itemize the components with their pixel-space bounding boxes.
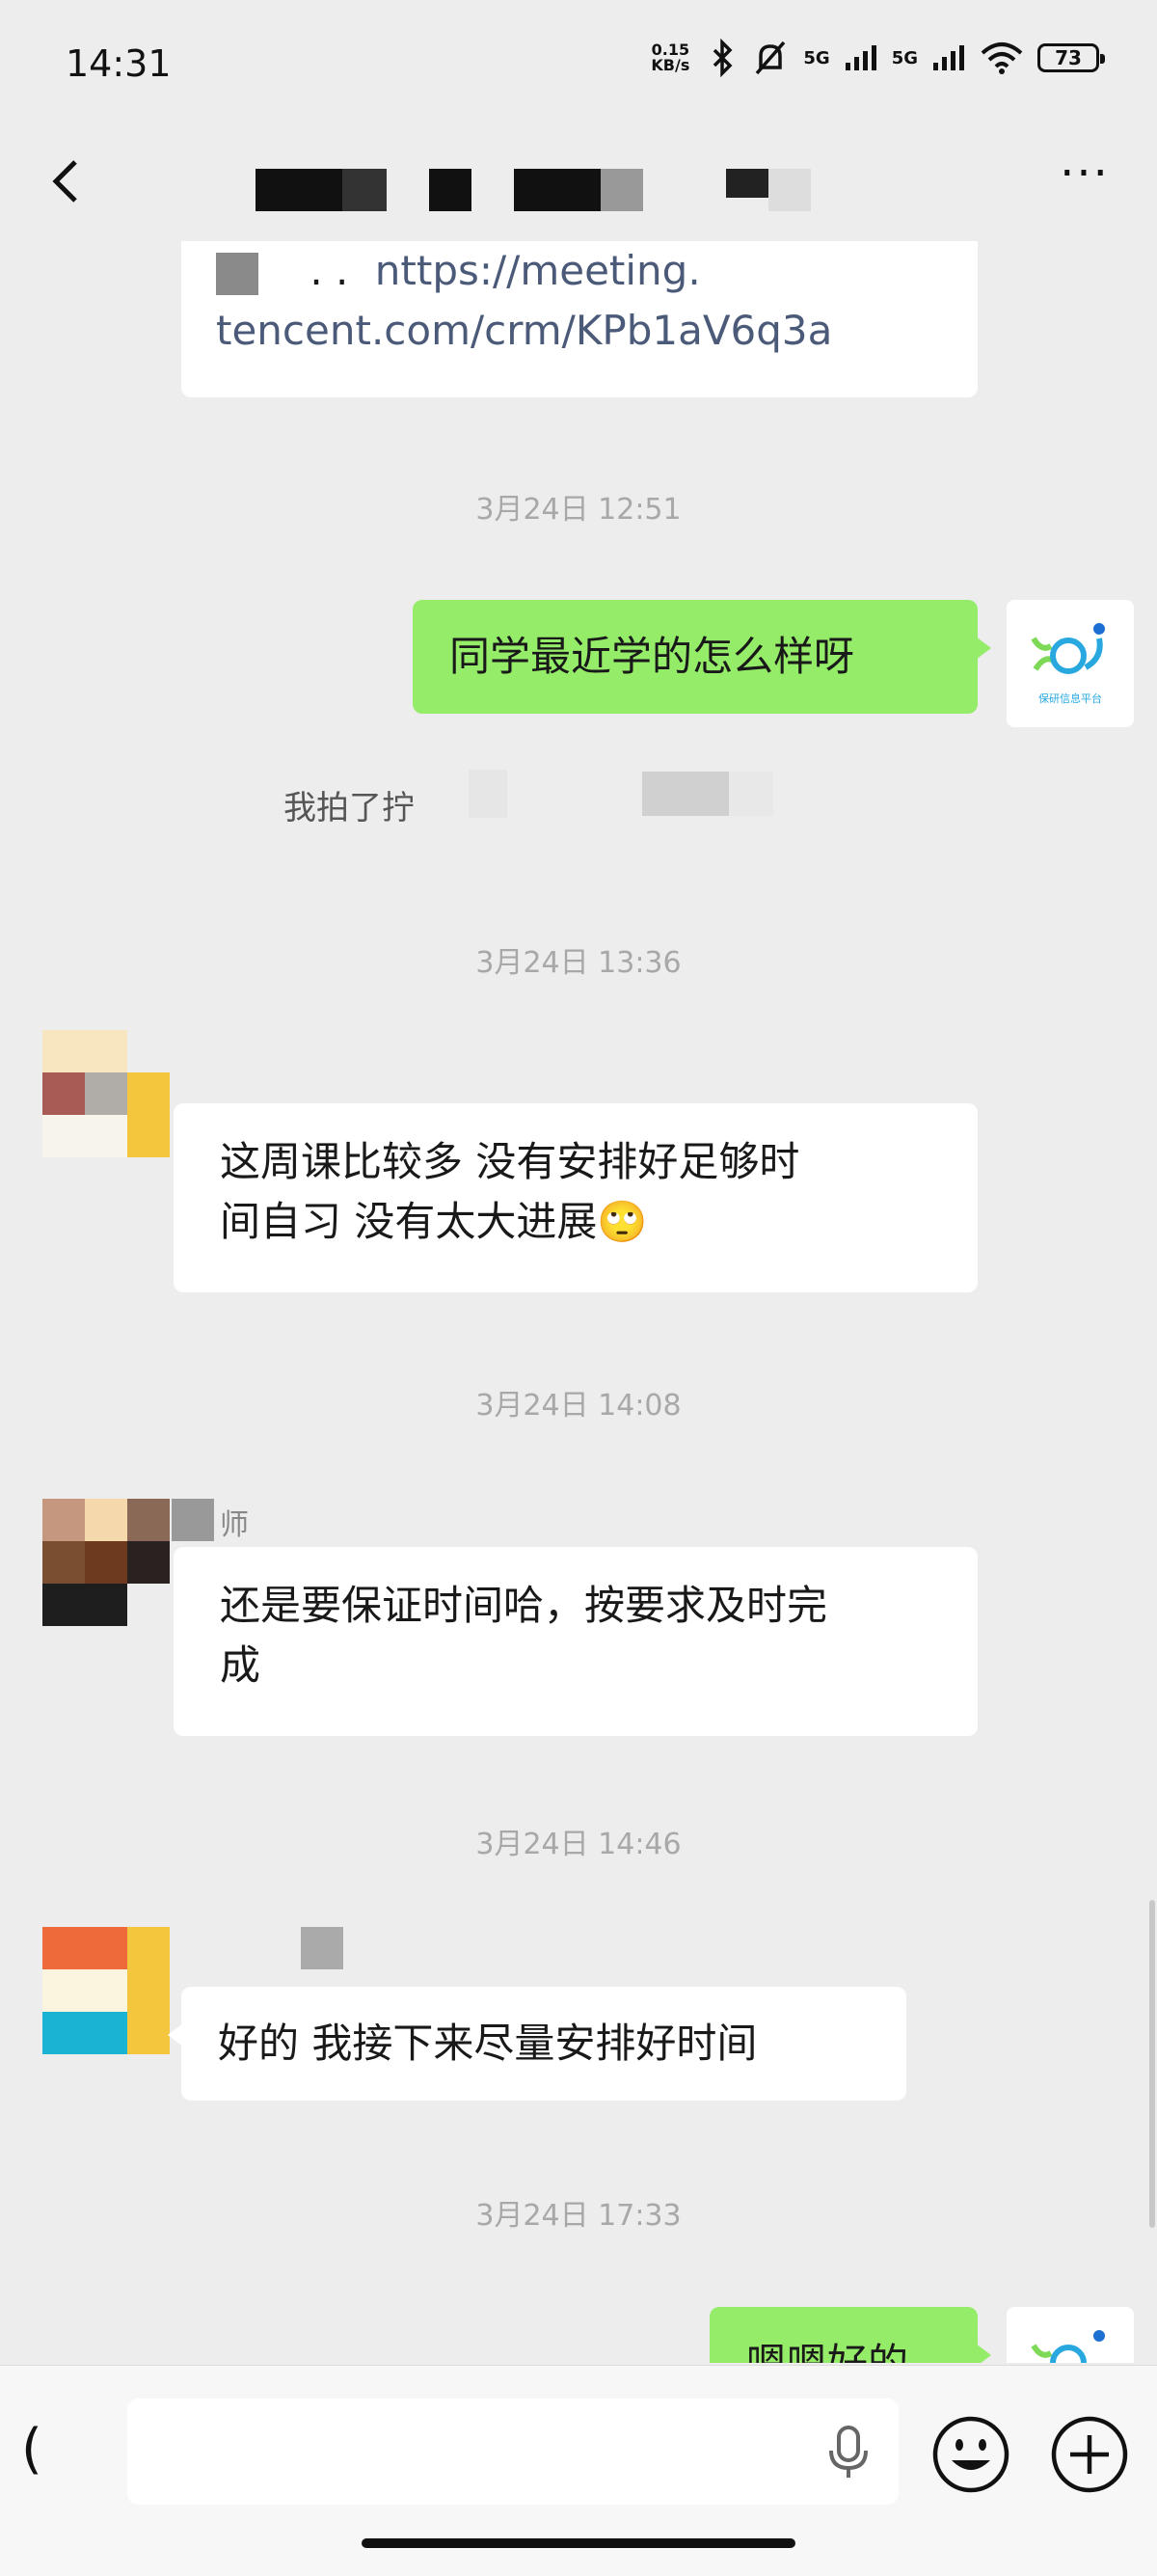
link-message-bubble[interactable]: . . nttps://meeting. tencent.com/crm/KPb…: [181, 241, 978, 397]
link-text-line2[interactable]: tencent.com/crm/KPb1aV6q3a: [216, 301, 943, 361]
voice-toggle-button[interactable]: (: [21, 2416, 79, 2483]
logo-caption: 保研信息平台: [1038, 691, 1102, 705]
timestamp: 3月24日 17:33: [475, 2199, 682, 2233]
more-options-button[interactable]: ···: [1051, 150, 1118, 203]
bluetooth-icon: [713, 39, 733, 77]
redacted-block: [469, 770, 507, 818]
message-text-line2: 间自习 没有太大进展: [220, 1198, 598, 1245]
timestamp: 3月24日 14:08: [475, 1389, 682, 1423]
microphone-icon[interactable]: [827, 2424, 870, 2481]
back-button[interactable]: [39, 152, 96, 210]
timestamp: 3月24日 14:46: [475, 1828, 682, 1861]
link-prefix: . .: [309, 247, 349, 294]
incoming-message-bubble[interactable]: 好的 我接下来尽量安排好时间: [168, 1987, 906, 2101]
redacted-block: [642, 772, 729, 816]
timestamp: 3月24日 12:51: [475, 493, 682, 527]
sender-name-redacted: [172, 1499, 214, 1541]
status-bar: 14:31 0.15 KB/s 5G 5G 73: [0, 0, 1157, 125]
signal-icon-2: [933, 45, 964, 70]
my-avatar[interactable]: 保研信息平台: [1007, 600, 1134, 727]
link-text-line1[interactable]: nttps://meeting.: [375, 247, 701, 294]
outgoing-message-bubble[interactable]: 嗯嗯好的: [710, 2307, 991, 2363]
message-text: 嗯嗯好的: [746, 2340, 908, 2363]
chat-title-redacted: [256, 169, 815, 213]
contact-avatar-3[interactable]: [42, 1927, 170, 2054]
contact-avatar-2[interactable]: [42, 1499, 170, 1626]
chat-header: ···: [0, 125, 1157, 241]
emoji-icon[interactable]: [930, 2414, 1011, 2495]
rolling-eyes-emoji: 🙄: [597, 1198, 648, 1245]
my-avatar[interactable]: [1007, 2307, 1134, 2363]
signal-icon-1: [845, 45, 876, 70]
message-text-line1: 这周课比较多 没有安排好足够时: [220, 1138, 800, 1185]
pat-notice: 我拍了拧: [283, 789, 415, 827]
sender-name: 师: [220, 1508, 249, 1542]
message-input[interactable]: [127, 2399, 899, 2505]
logo-icon: 保研信息平台: [1031, 623, 1105, 705]
message-text: 同学最近学的怎么样呀: [449, 633, 855, 680]
incoming-message-bubble[interactable]: 这周课比较多 没有安排好足够时 间自习 没有太大进展🙄: [174, 1103, 978, 1292]
sender-name-redacted: [301, 1927, 343, 1969]
network-speed: 0.15 KB/s: [651, 41, 690, 74]
battery-indicator: 73: [1037, 43, 1105, 72]
outgoing-message-bubble[interactable]: 同学最近学的怎么样呀: [413, 600, 991, 714]
network-type-1: 5G: [803, 47, 830, 68]
plus-icon[interactable]: [1049, 2414, 1130, 2495]
more-dots-icon: ···: [1060, 147, 1110, 201]
status-icons: 0.15 KB/s 5G 5G 73: [645, 39, 1105, 77]
status-time: 14:31: [66, 42, 172, 85]
network-type-2: 5G: [891, 47, 918, 68]
message-text: 好的 我接下来尽量安排好时间: [218, 2020, 758, 2067]
redacted-block: [729, 772, 773, 816]
chevron-left-icon: [52, 160, 77, 203]
scrollbar[interactable]: [1149, 1900, 1155, 2228]
timestamp: 3月24日 13:36: [475, 946, 682, 980]
home-indicator[interactable]: [362, 2538, 795, 2548]
incoming-message-bubble[interactable]: 还是要保证时间哈，按要求及时完 成: [174, 1547, 978, 1736]
logo-icon: [1031, 2330, 1105, 2363]
contact-avatar-1[interactable]: [42, 1030, 170, 1157]
wifi-icon: [981, 42, 1023, 74]
message-text-line1: 还是要保证时间哈，按要求及时完: [220, 1582, 828, 1629]
voice-toggle-icon: (: [21, 2418, 42, 2481]
message-list[interactable]: . . nttps://meeting. tencent.com/crm/KPb…: [0, 241, 1157, 2363]
message-text-line2: 成: [220, 1641, 261, 1689]
mute-bell-icon: [756, 41, 786, 75]
